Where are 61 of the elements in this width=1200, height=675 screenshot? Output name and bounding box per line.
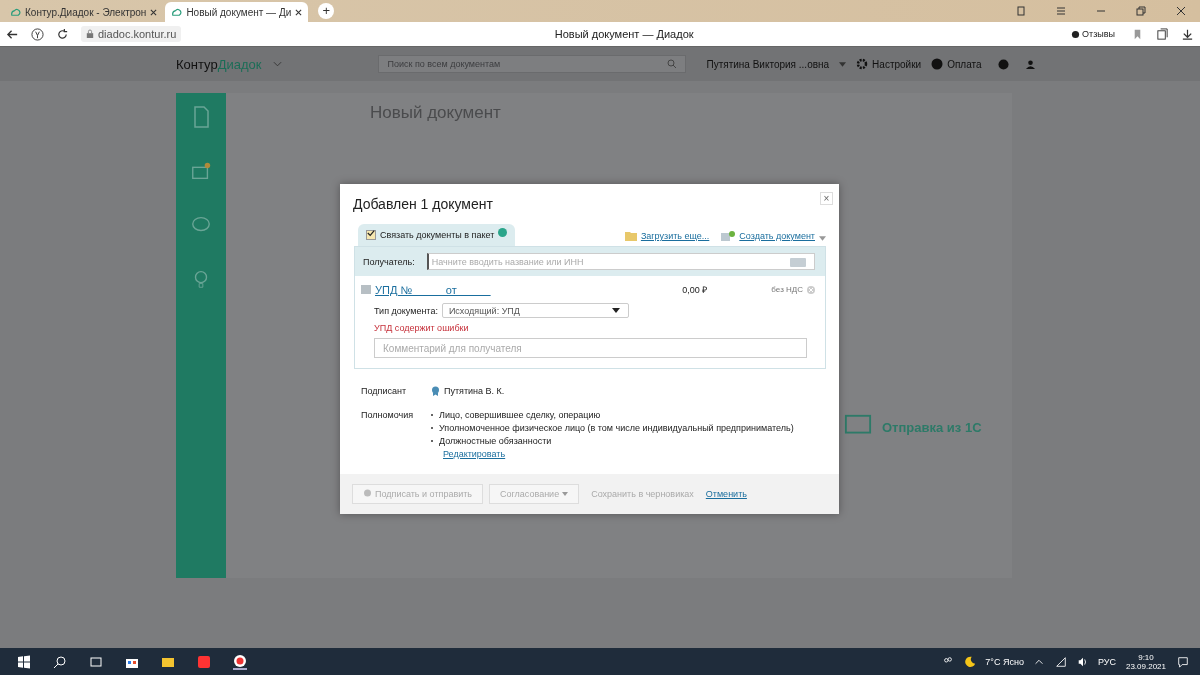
- logo[interactable]: КонтурДиадок: [176, 56, 262, 72]
- dialog-title: Добавлен 1 документ: [353, 196, 493, 212]
- bookmarks-icon[interactable]: [1015, 5, 1027, 17]
- recipient-label: Получатель:: [363, 256, 415, 267]
- signer-name: Путятина В. К.: [444, 386, 505, 396]
- caret-icon[interactable]: [839, 61, 847, 67]
- browser-tab[interactable]: Новый документ — Ди: [165, 2, 309, 22]
- close-icon[interactable]: [295, 8, 303, 16]
- moon-icon[interactable]: [964, 655, 977, 668]
- folder-icon: [624, 231, 637, 241]
- signer-label: Подписант: [361, 386, 408, 396]
- document-type-dropdown[interactable]: Исходящий: УПД: [441, 303, 629, 318]
- amount: 0,00 ₽: [682, 284, 708, 296]
- promo-title: Отправка из 1С: [882, 419, 982, 435]
- search-icon[interactable]: [53, 654, 67, 669]
- vat-label: без НДС: [771, 285, 803, 294]
- close-icon[interactable]: [150, 8, 158, 16]
- document-add-icon: [721, 231, 736, 241]
- download-icon[interactable]: [1181, 27, 1194, 41]
- tab-favicon-icon: [10, 6, 21, 18]
- reload-icon[interactable]: [56, 27, 69, 41]
- powers-label: Полномочия: [361, 410, 415, 422]
- caret-icon: [611, 308, 620, 313]
- feedback-button[interactable]: Отзывы: [1067, 29, 1119, 39]
- gear-icon: [856, 58, 869, 70]
- settings-link[interactable]: Настройки: [856, 58, 922, 70]
- notification-icon[interactable]: [1177, 655, 1189, 668]
- yandex-browser-icon[interactable]: [233, 653, 247, 670]
- caret-icon: [562, 492, 569, 496]
- restore-icon[interactable]: [1135, 5, 1147, 17]
- checkbox-label[interactable]: Связать документы в пакет: [380, 230, 495, 240]
- close-button[interactable]: ×: [820, 192, 833, 205]
- browser-tab[interactable]: Контур.Диадок - Электрон: [4, 2, 164, 22]
- windows-start-icon[interactable]: [17, 654, 31, 669]
- checkbox[interactable]: [366, 230, 376, 240]
- language-indicator[interactable]: РУС: [1097, 656, 1116, 667]
- payment-link[interactable]: Оплата: [931, 58, 982, 70]
- power-item: Лицо, совершившее сделку, операцию: [439, 410, 601, 420]
- page-title: Новый документ — Диадок: [553, 28, 695, 40]
- document-link[interactable]: УПД №_____ от _____: [375, 283, 491, 296]
- power-item: Уполномоченное физическое лицо (в том числе индивидуальный предприниматель): [439, 423, 794, 433]
- power-item: Должностные обязанности: [439, 436, 552, 446]
- create-document-link[interactable]: Создать документ: [739, 231, 815, 241]
- error-message: УПД содержит ошибки: [373, 322, 470, 333]
- lock-icon: [86, 29, 94, 39]
- weather-text[interactable]: 7°C Ясно: [985, 656, 1024, 667]
- cancel-link[interactable]: Отменить: [705, 489, 747, 499]
- collections-icon[interactable]: [1156, 27, 1169, 41]
- document-type-label: Тип документа:: [374, 305, 438, 316]
- new-tab-button[interactable]: +: [318, 3, 335, 19]
- user-icon[interactable]: [1024, 58, 1036, 70]
- volume-icon[interactable]: [1076, 655, 1089, 668]
- caret-icon[interactable]: [819, 236, 826, 241]
- tab-favicon-icon: [171, 6, 183, 18]
- upload-link[interactable]: Загрузить еще...: [640, 231, 710, 241]
- user-menu[interactable]: Путятина Виктория ...овна: [706, 58, 830, 70]
- edit-link[interactable]: Редактировать: [443, 449, 794, 459]
- close-icon[interactable]: [1175, 5, 1187, 17]
- task-view-icon[interactable]: [89, 654, 103, 669]
- address-field[interactable]: diadoc.kontur.ru: [81, 26, 182, 42]
- clock[interactable]: 9:10 23.09.2021: [1125, 652, 1166, 671]
